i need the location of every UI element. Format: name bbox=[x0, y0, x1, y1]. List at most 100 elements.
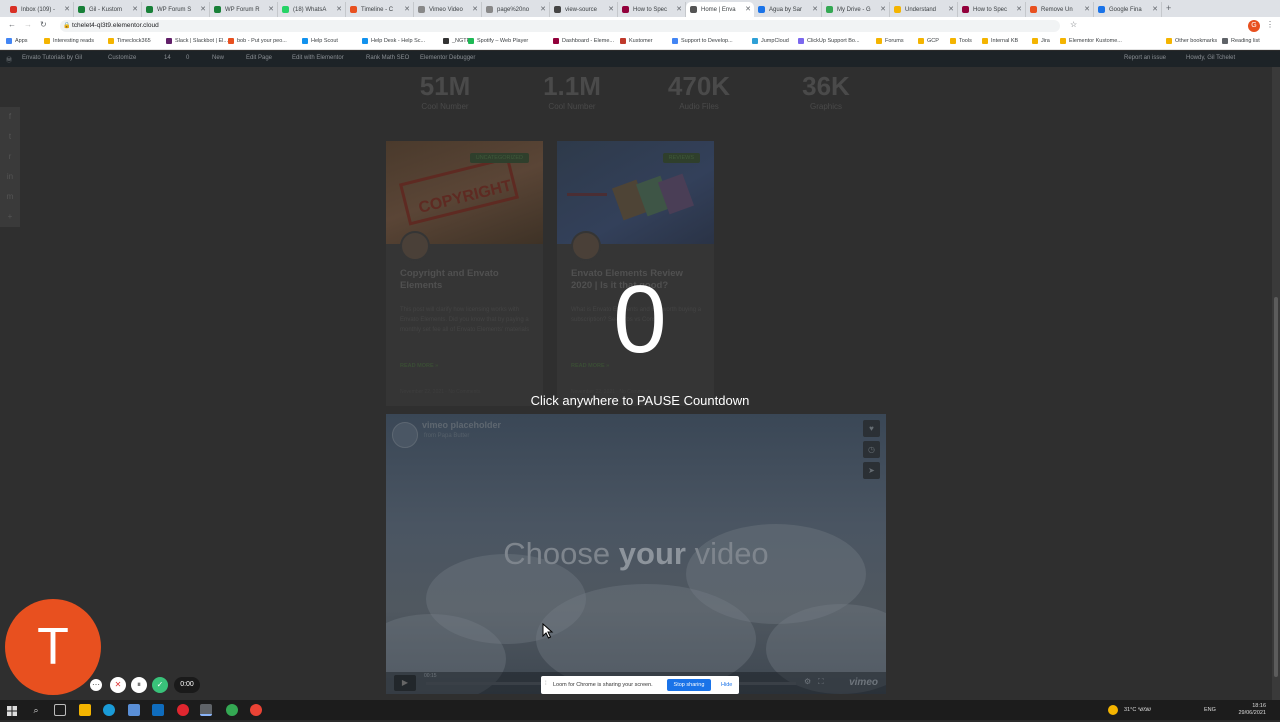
bookmark-item[interactable]: Forums bbox=[876, 38, 904, 44]
tab-close-icon[interactable]: ✕ bbox=[812, 5, 818, 13]
category-badge[interactable]: UNCATEGORIZED bbox=[469, 153, 529, 163]
browser-tab[interactable]: My Drive - G ✕ bbox=[822, 2, 890, 17]
tab-close-icon[interactable]: ✕ bbox=[880, 5, 886, 13]
page-scrollbar[interactable] bbox=[1272, 67, 1280, 700]
browser-tab[interactable]: Google Fina ✕ bbox=[1094, 2, 1162, 17]
weather-icon[interactable] bbox=[1108, 705, 1118, 715]
file-explorer-icon[interactable] bbox=[79, 704, 91, 716]
chrome-icon[interactable] bbox=[226, 704, 238, 716]
tab-close-icon[interactable]: ✕ bbox=[268, 5, 274, 13]
bookmark-item[interactable]: Timeclock365 bbox=[108, 38, 151, 44]
browser-tab[interactable]: view-source ✕ bbox=[550, 2, 618, 17]
stop-sharing-button[interactable]: Stop sharing bbox=[667, 679, 711, 691]
video-title[interactable]: vimeo placeholder bbox=[422, 420, 501, 430]
bookmark-item[interactable]: Apps bbox=[6, 38, 28, 44]
search-icon[interactable]: ⌕ bbox=[30, 704, 42, 716]
bookmark-item[interactable]: Help Scout bbox=[302, 38, 338, 44]
countdown-number[interactable]: 0 bbox=[560, 270, 720, 370]
bookmark-item[interactable]: Jira bbox=[1032, 38, 1050, 44]
windows-start-icon[interactable] bbox=[6, 704, 18, 716]
channel-logo[interactable] bbox=[392, 422, 418, 448]
bookmark-item[interactable]: Tools bbox=[950, 38, 972, 44]
like-icon[interactable]: ♥ bbox=[863, 420, 880, 437]
more-share-icon[interactable]: + bbox=[0, 207, 20, 227]
post-title[interactable]: Copyright and Envato Elements bbox=[400, 268, 532, 292]
mix-share-icon[interactable]: m bbox=[0, 187, 20, 207]
browser-tab[interactable]: WP Forum S ✕ bbox=[142, 2, 210, 17]
bookmark-item[interactable]: Spotify – Web Player bbox=[468, 38, 528, 44]
wp-admin-right-item[interactable]: Report an issue bbox=[1124, 55, 1166, 61]
wp-admin-item[interactable]: Envato Tutorials by Gil bbox=[22, 55, 82, 61]
bookmark-item[interactable]: Dashboard - Eleme... bbox=[553, 38, 614, 44]
bookmark-item[interactable]: Help Desk - Help Sc... bbox=[362, 38, 425, 44]
reddit-share-icon[interactable]: r bbox=[0, 147, 20, 167]
browser-tab[interactable]: WP Forum R ✕ bbox=[210, 2, 278, 17]
tab-close-icon[interactable]: ✕ bbox=[745, 5, 751, 13]
tab-close-icon[interactable]: ✕ bbox=[200, 5, 206, 13]
category-badge[interactable]: REVIEWS bbox=[662, 153, 700, 163]
tab-close-icon[interactable]: ✕ bbox=[404, 5, 410, 13]
bookmark-star-icon[interactable]: ☆ bbox=[1070, 20, 1077, 29]
wp-admin-right-item[interactable]: Howdy, Gil Tchelet bbox=[1186, 55, 1235, 61]
task-view-icon[interactable] bbox=[54, 704, 66, 716]
browser-tab[interactable]: How to Spec ✕ bbox=[618, 2, 686, 17]
browser-tab[interactable]: Home | Enva ✕ bbox=[686, 2, 754, 17]
forward-icon[interactable]: → bbox=[24, 20, 32, 29]
browser-tab[interactable]: Inbox (109) - ✕ bbox=[6, 2, 74, 17]
bookmark-item[interactable]: Internal KB bbox=[982, 38, 1018, 44]
url-input[interactable]: 🔒 tchelet4-ql3t9.elementor.cloud bbox=[60, 20, 1060, 32]
wp-admin-item[interactable]: 14 bbox=[164, 55, 171, 61]
tab-close-icon[interactable]: ✕ bbox=[1152, 5, 1158, 13]
bookmark-item[interactable]: Interesting reads bbox=[44, 38, 94, 44]
browser-tab[interactable]: Remove Un ✕ bbox=[1026, 2, 1094, 17]
tab-close-icon[interactable]: ✕ bbox=[1016, 5, 1022, 13]
bookmark-item[interactable]: Elementor Kustome... bbox=[1060, 38, 1122, 44]
reload-icon[interactable]: ↻ bbox=[40, 20, 47, 29]
mail-icon[interactable] bbox=[152, 704, 164, 716]
profile-avatar[interactable]: G bbox=[1248, 20, 1260, 32]
settings-icon[interactable]: ⚙ bbox=[804, 677, 811, 686]
tab-close-icon[interactable]: ✕ bbox=[1084, 5, 1090, 13]
fullscreen-icon[interactable]: ⛶ bbox=[818, 677, 824, 687]
browser-tab[interactable]: Agua by Sar ✕ bbox=[754, 2, 822, 17]
tab-close-icon[interactable]: ✕ bbox=[676, 5, 682, 13]
more-options-icon[interactable]: ⋯ bbox=[90, 679, 102, 691]
browser-tab[interactable]: Gil - Kustom ✕ bbox=[74, 2, 142, 17]
wp-admin-item[interactable]: Edit Page bbox=[246, 55, 272, 61]
tab-close-icon[interactable]: ✕ bbox=[336, 5, 342, 13]
store-icon[interactable] bbox=[128, 704, 140, 716]
tab-close-icon[interactable]: ✕ bbox=[948, 5, 954, 13]
bookmark-item[interactable]: Support to Develop... bbox=[672, 38, 733, 44]
drag-handle-icon[interactable]: ⁞ bbox=[545, 681, 547, 687]
finish-recording-icon[interactable]: ✓ bbox=[152, 677, 168, 693]
wp-logo-icon[interactable]: Ⓦ bbox=[6, 55, 12, 64]
tab-close-icon[interactable]: ✕ bbox=[64, 5, 70, 13]
scrollbar-thumb[interactable] bbox=[1274, 297, 1278, 677]
read-more-link[interactable]: READ MORE » bbox=[400, 363, 438, 369]
tab-close-icon[interactable]: ✕ bbox=[132, 5, 138, 13]
recorder-avatar[interactable]: T bbox=[5, 599, 101, 695]
wp-admin-item[interactable]: New bbox=[212, 55, 224, 61]
twitter-share-icon[interactable]: t bbox=[0, 127, 20, 147]
browser-tab[interactable]: Vimeo Video ✕ bbox=[414, 2, 482, 17]
browser-tab[interactable]: Timeline - C ✕ bbox=[346, 2, 414, 17]
post-card[interactable]: COPYRIGHT UNCATEGORIZED Copyright and En… bbox=[386, 141, 543, 406]
chrome-active-icon[interactable] bbox=[200, 704, 212, 716]
bookmark-item[interactable]: Slack | Slackbot | El... bbox=[166, 38, 228, 44]
bookmark-item[interactable]: Reading list bbox=[1222, 38, 1260, 44]
edge-icon[interactable] bbox=[103, 704, 115, 716]
cancel-recording-icon[interactable]: ✕ bbox=[110, 677, 126, 693]
bookmark-item[interactable]: ClickUp Support Bo... bbox=[798, 38, 860, 44]
bookmark-item[interactable]: JumpCloud bbox=[752, 38, 789, 44]
vimeo-player[interactable]: vimeo placeholder from Papa Butter ♥ ◷ ➤… bbox=[386, 414, 886, 694]
bookmark-item[interactable]: bob - Put your peo... bbox=[228, 38, 287, 44]
bookmark-item[interactable]: _NGTR bbox=[443, 38, 471, 44]
wp-admin-item[interactable]: Rank Math SEO bbox=[366, 55, 409, 61]
share-icon[interactable]: ➤ bbox=[863, 462, 880, 479]
watch-later-icon[interactable]: ◷ bbox=[863, 441, 880, 458]
wp-admin-item[interactable]: 0 bbox=[186, 55, 189, 61]
hide-banner-button[interactable]: Hide bbox=[721, 682, 732, 688]
tab-close-icon[interactable]: ✕ bbox=[608, 5, 614, 13]
chrome-canary-icon[interactable] bbox=[250, 704, 262, 716]
new-tab-icon[interactable]: + bbox=[1166, 3, 1171, 13]
